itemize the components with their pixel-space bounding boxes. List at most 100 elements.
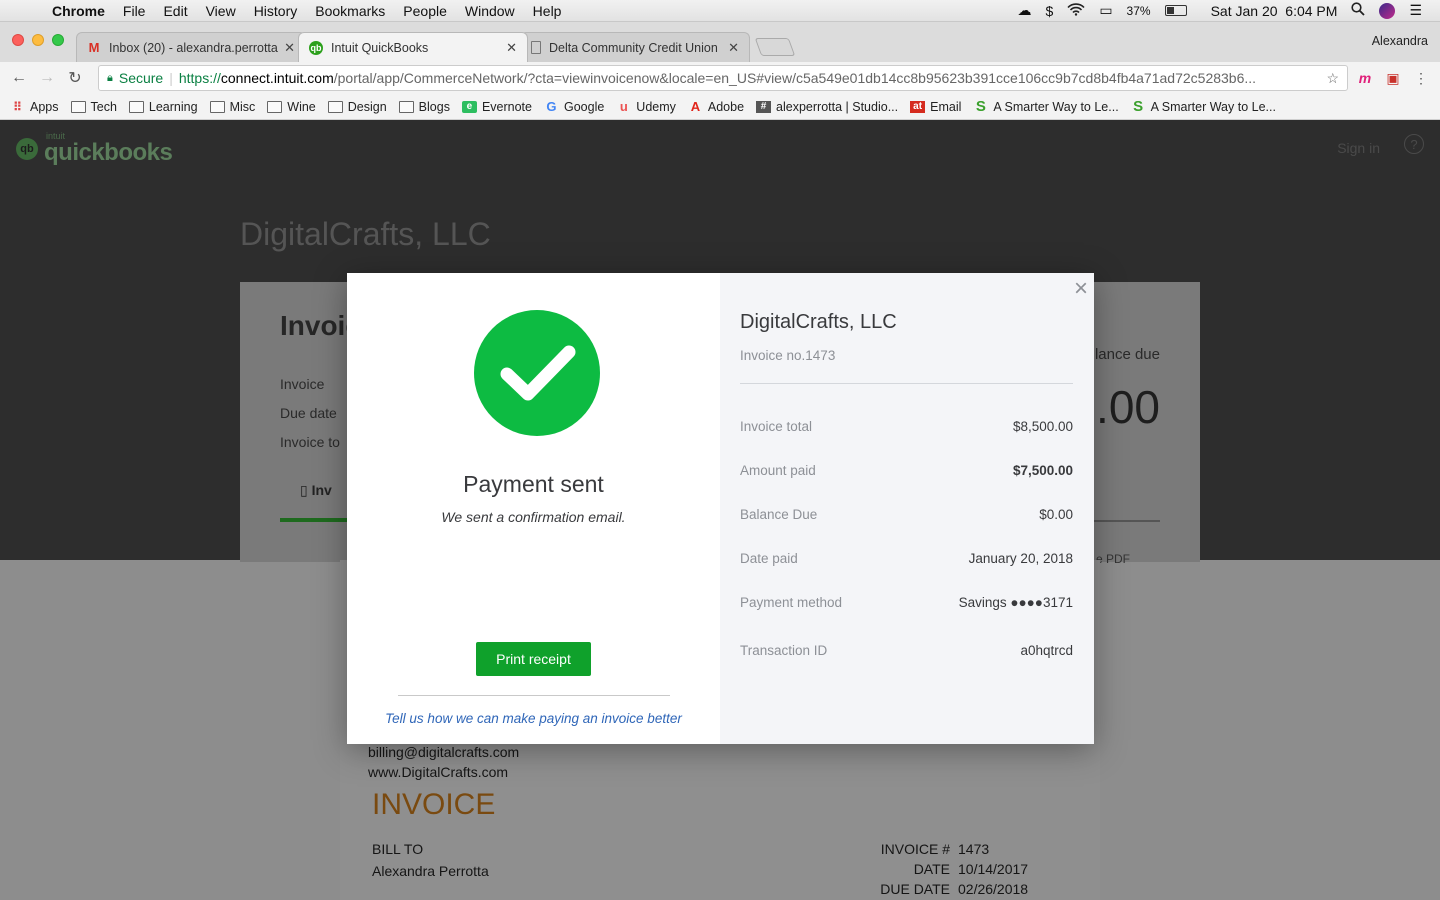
bookmark-misc[interactable]: Misc — [209, 99, 256, 114]
tab-quickbooks[interactable]: qb Intuit QuickBooks ✕ — [298, 32, 528, 62]
due-date-row-label: Due date — [280, 405, 337, 421]
airplay-icon[interactable]: ▭ — [1099, 2, 1112, 19]
clock[interactable]: Sat Jan 20 6:04 PM — [1211, 3, 1338, 19]
bookmark-wine[interactable]: Wine — [267, 100, 316, 114]
chrome-menu-icon[interactable]: ⋮ — [1410, 70, 1432, 87]
apps-icon: ⠿ — [13, 99, 22, 114]
bookmark-label: Udemy — [636, 99, 676, 114]
back-icon[interactable]: ← — [8, 69, 30, 87]
detail-value: $8,500.00 — [1012, 418, 1073, 434]
hash-icon: # — [756, 100, 772, 113]
tab-gmail[interactable]: M Inbox (20) - alexandra.perrotta ✕ — [76, 32, 306, 62]
menu-app-name[interactable]: Chrome — [52, 3, 105, 19]
bookmark-smarter-way-1[interactable]: S A Smarter Way to Le... — [973, 98, 1119, 115]
mac-menubar: Chrome File Edit View History Bookmarks … — [0, 0, 1440, 22]
reload-icon[interactable]: ↻ — [64, 68, 86, 88]
s-icon: S — [975, 98, 986, 115]
bookmark-adobe[interactable]: A Adobe — [688, 99, 744, 114]
print-receipt-button[interactable]: Print receipt — [476, 642, 591, 676]
profile-name[interactable]: Alexandra — [1372, 34, 1428, 48]
tab-title: Intuit QuickBooks — [331, 40, 429, 55]
dollar-icon[interactable]: $ — [1046, 3, 1054, 19]
bookmark-google[interactable]: G Google — [544, 99, 605, 114]
bookmark-smarter-way-2[interactable]: S A Smarter Way to Le... — [1131, 98, 1276, 115]
menu-history[interactable]: History — [254, 3, 298, 19]
help-icon[interactable]: ? — [1404, 134, 1424, 154]
minimize-window-button[interactable] — [32, 34, 44, 46]
invoice-tab[interactable]: ▯ Inv — [300, 482, 332, 499]
bookmark-label: A Smarter Way to Le... — [1150, 99, 1276, 114]
lock-icon[interactable]: 🔒︎ — [107, 72, 113, 85]
forward-icon[interactable]: → — [36, 69, 58, 87]
detail-label: Balance Due — [740, 506, 818, 522]
menu-bookmarks[interactable]: Bookmarks — [315, 3, 385, 19]
bookmark-email[interactable]: at Email — [910, 100, 961, 114]
bookmark-tech[interactable]: Tech — [70, 100, 117, 114]
bookmark-label: Apps — [30, 99, 59, 114]
new-tab-button[interactable] — [754, 38, 796, 56]
tab-title: Delta Community Credit Union — [549, 40, 718, 55]
detail-value: January 20, 2018 — [968, 550, 1073, 566]
menu-view[interactable]: View — [206, 3, 236, 19]
document-icon — [531, 41, 541, 54]
close-window-button[interactable] — [12, 34, 24, 46]
spotlight-search-icon[interactable] — [1351, 2, 1366, 19]
quickbooks-logo[interactable]: qb intuit quickbooks — [16, 132, 173, 165]
bookmark-design[interactable]: Design — [327, 99, 387, 114]
menu-people[interactable]: People — [403, 3, 447, 19]
bookmark-blogs[interactable]: Blogs — [398, 99, 450, 114]
quickbooks-logo-icon: qb — [16, 137, 38, 160]
bookmark-label: Google — [563, 99, 605, 114]
invoice-date: 10/14/2017 — [958, 861, 1029, 877]
notification-center-icon[interactable]: ☰ — [1409, 2, 1422, 19]
receipt-invoice-number: Invoice no.1473 — [740, 348, 836, 363]
bookmark-udemy[interactable]: u Udemy — [616, 99, 676, 114]
detail-value: $7,500.00 — [1012, 462, 1073, 478]
battery-icon[interactable] — [1164, 5, 1187, 16]
secure-label[interactable]: Secure — [119, 70, 163, 86]
url-host: connect.intuit.com — [220, 70, 334, 86]
payment-sent-title: Payment sent — [463, 471, 604, 497]
close-icon[interactable]: × — [1074, 275, 1088, 303]
bookmark-studio[interactable]: # alexperrotta | Studio... — [756, 100, 898, 114]
bookmark-label: Misc — [229, 99, 256, 114]
at-icon: at — [910, 100, 926, 113]
website: www.DigitalCrafts.com — [368, 764, 509, 780]
menu-edit[interactable]: Edit — [163, 3, 187, 19]
folder-icon — [128, 100, 144, 113]
invoice-to-row-label: Invoice to — [280, 434, 340, 450]
bill-to-label: BILL TO — [372, 841, 424, 857]
close-tab-icon[interactable]: ✕ — [506, 40, 517, 56]
save-pdf-link[interactable]: e PDF — [1096, 552, 1130, 566]
cloud-sync-icon[interactable]: ☁ — [1018, 2, 1032, 19]
tab-strip: M Inbox (20) - alexandra.perrotta ✕ qb I… — [0, 22, 1440, 62]
detail-value: a0hqtrcd — [1020, 642, 1073, 658]
bookmark-label: Design — [347, 99, 387, 114]
feedback-link[interactable]: Tell us how we can make paying an invoic… — [347, 711, 720, 726]
wifi-icon[interactable] — [1067, 2, 1085, 19]
sign-in-link[interactable]: Sign in — [1337, 140, 1380, 156]
divider — [398, 695, 670, 696]
document-icon: ▯ — [300, 482, 312, 498]
menu-file[interactable]: File — [123, 3, 146, 19]
detail-label: Date paid — [740, 550, 798, 566]
bookmark-evernote[interactable]: e Evernote — [461, 100, 532, 114]
menu-help[interactable]: Help — [533, 3, 562, 19]
bookmark-learning[interactable]: Learning — [128, 100, 198, 114]
adobe-icon: A — [690, 99, 701, 114]
extension-red-icon[interactable]: ▣ — [1382, 70, 1404, 87]
tab-delta-credit-union[interactable]: Delta Community Credit Union ✕ — [520, 32, 750, 62]
bookmark-label: Blogs — [418, 99, 450, 114]
detail-value: Savings ●●●●3171 — [958, 594, 1073, 610]
bookmark-apps[interactable]: ⠿ Apps — [10, 99, 59, 114]
divider: | — [169, 70, 173, 86]
siri-icon[interactable] — [1379, 2, 1396, 19]
extension-m-icon[interactable]: m — [1354, 70, 1376, 86]
address-bar[interactable]: 🔒︎ Secure | https:// connect.intuit.com … — [98, 65, 1348, 91]
menu-window[interactable]: Window — [465, 3, 515, 19]
maximize-window-button[interactable] — [52, 34, 64, 46]
bookmark-star-icon[interactable]: ☆ — [1318, 70, 1339, 87]
close-tab-icon[interactable]: ✕ — [728, 40, 739, 56]
close-tab-icon[interactable]: ✕ — [284, 40, 295, 56]
folder-icon — [327, 100, 343, 113]
